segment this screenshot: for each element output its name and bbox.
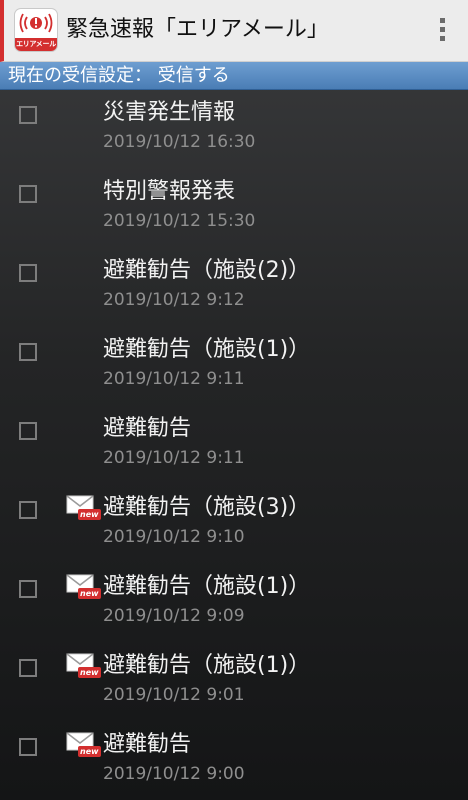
alert-waves-icon bbox=[19, 13, 53, 33]
message-item[interactable]: new 避難勧告（施設(1)） 2019/10/12 9:09 bbox=[0, 564, 468, 643]
message-date: 2019/10/12 9:11 bbox=[103, 369, 245, 389]
message-item[interactable]: new 避難勧告（施設(3)） 2019/10/12 9:10 bbox=[0, 485, 468, 564]
app-title: 緊急速報「エリアメール」 bbox=[66, 17, 329, 42]
message-date: 2019/10/12 9:01 bbox=[103, 685, 245, 705]
message-date: 2019/10/12 9:10 bbox=[103, 527, 245, 547]
message-title: 特別警報発表 bbox=[103, 179, 236, 204]
new-badge: new bbox=[78, 746, 101, 757]
mail-new-icon: new bbox=[66, 495, 101, 521]
message-title: 避難勧告（施設(3)） bbox=[103, 495, 311, 520]
message-checkbox[interactable] bbox=[19, 422, 37, 440]
message-item[interactable]: 避難勧告 2019/10/12 9:11 bbox=[0, 406, 468, 485]
receive-setting-status: 現在の受信設定： 受信する bbox=[0, 62, 468, 90]
message-date: 2019/10/12 9:09 bbox=[103, 606, 245, 626]
message-item[interactable]: 避難勧告（施設(1)） 2019/10/12 9:11 bbox=[0, 327, 468, 406]
message-checkbox[interactable] bbox=[19, 106, 37, 124]
message-title: 避難勧告（施設(2)） bbox=[103, 258, 311, 283]
message-title: 避難勧告（施設(1)） bbox=[103, 574, 311, 599]
message-title: 避難勧告（施設(1)） bbox=[103, 337, 311, 362]
message-title: 避難勧告 bbox=[103, 416, 192, 441]
message-checkbox[interactable] bbox=[19, 264, 37, 282]
message-date: 2019/10/12 9:12 bbox=[103, 290, 245, 310]
app-bar: エリアメール 緊急速報「エリアメール」 bbox=[0, 0, 468, 62]
message-checkbox[interactable] bbox=[19, 659, 37, 677]
message-item[interactable]: 災害発生情報 2019/10/12 16:30 bbox=[0, 90, 468, 169]
message-checkbox[interactable] bbox=[19, 580, 37, 598]
message-date: 2019/10/12 9:00 bbox=[103, 764, 245, 784]
message-title: 避難勧告（施設(1)） bbox=[103, 653, 311, 678]
message-checkbox[interactable] bbox=[19, 501, 37, 519]
message-item[interactable]: new 避難勧告 2019/10/12 9:00 bbox=[0, 722, 468, 800]
message-item[interactable]: new 避難勧告（施設(1)） 2019/10/12 9:01 bbox=[0, 643, 468, 722]
message-date: 2019/10/12 15:30 bbox=[103, 211, 256, 231]
message-date: 2019/10/12 16:30 bbox=[103, 132, 256, 152]
message-item[interactable]: 特別警報発表 2019/10/12 15:30 bbox=[0, 169, 468, 248]
message-checkbox[interactable] bbox=[19, 343, 37, 361]
message-date: 2019/10/12 9:11 bbox=[103, 448, 245, 468]
overflow-menu-icon[interactable] bbox=[430, 14, 454, 46]
message-checkbox[interactable] bbox=[19, 185, 37, 203]
new-badge: new bbox=[78, 509, 101, 520]
area-mail-app-icon: エリアメール bbox=[15, 9, 57, 51]
mail-new-icon: new bbox=[66, 574, 101, 600]
mail-new-icon: new bbox=[66, 653, 101, 679]
mail-new-icon: new bbox=[66, 732, 101, 758]
message-list: 災害発生情報 2019/10/12 16:30 特別警報発表 2019/10/1… bbox=[0, 90, 468, 800]
new-badge: new bbox=[78, 667, 101, 678]
message-item[interactable]: 避難勧告（施設(2)） 2019/10/12 9:12 bbox=[0, 248, 468, 327]
new-badge: new bbox=[78, 588, 101, 599]
app-icon-label: エリアメール bbox=[15, 38, 57, 51]
message-title: 避難勧告 bbox=[103, 732, 192, 757]
message-checkbox[interactable] bbox=[19, 738, 37, 756]
message-title: 災害発生情報 bbox=[103, 100, 236, 125]
